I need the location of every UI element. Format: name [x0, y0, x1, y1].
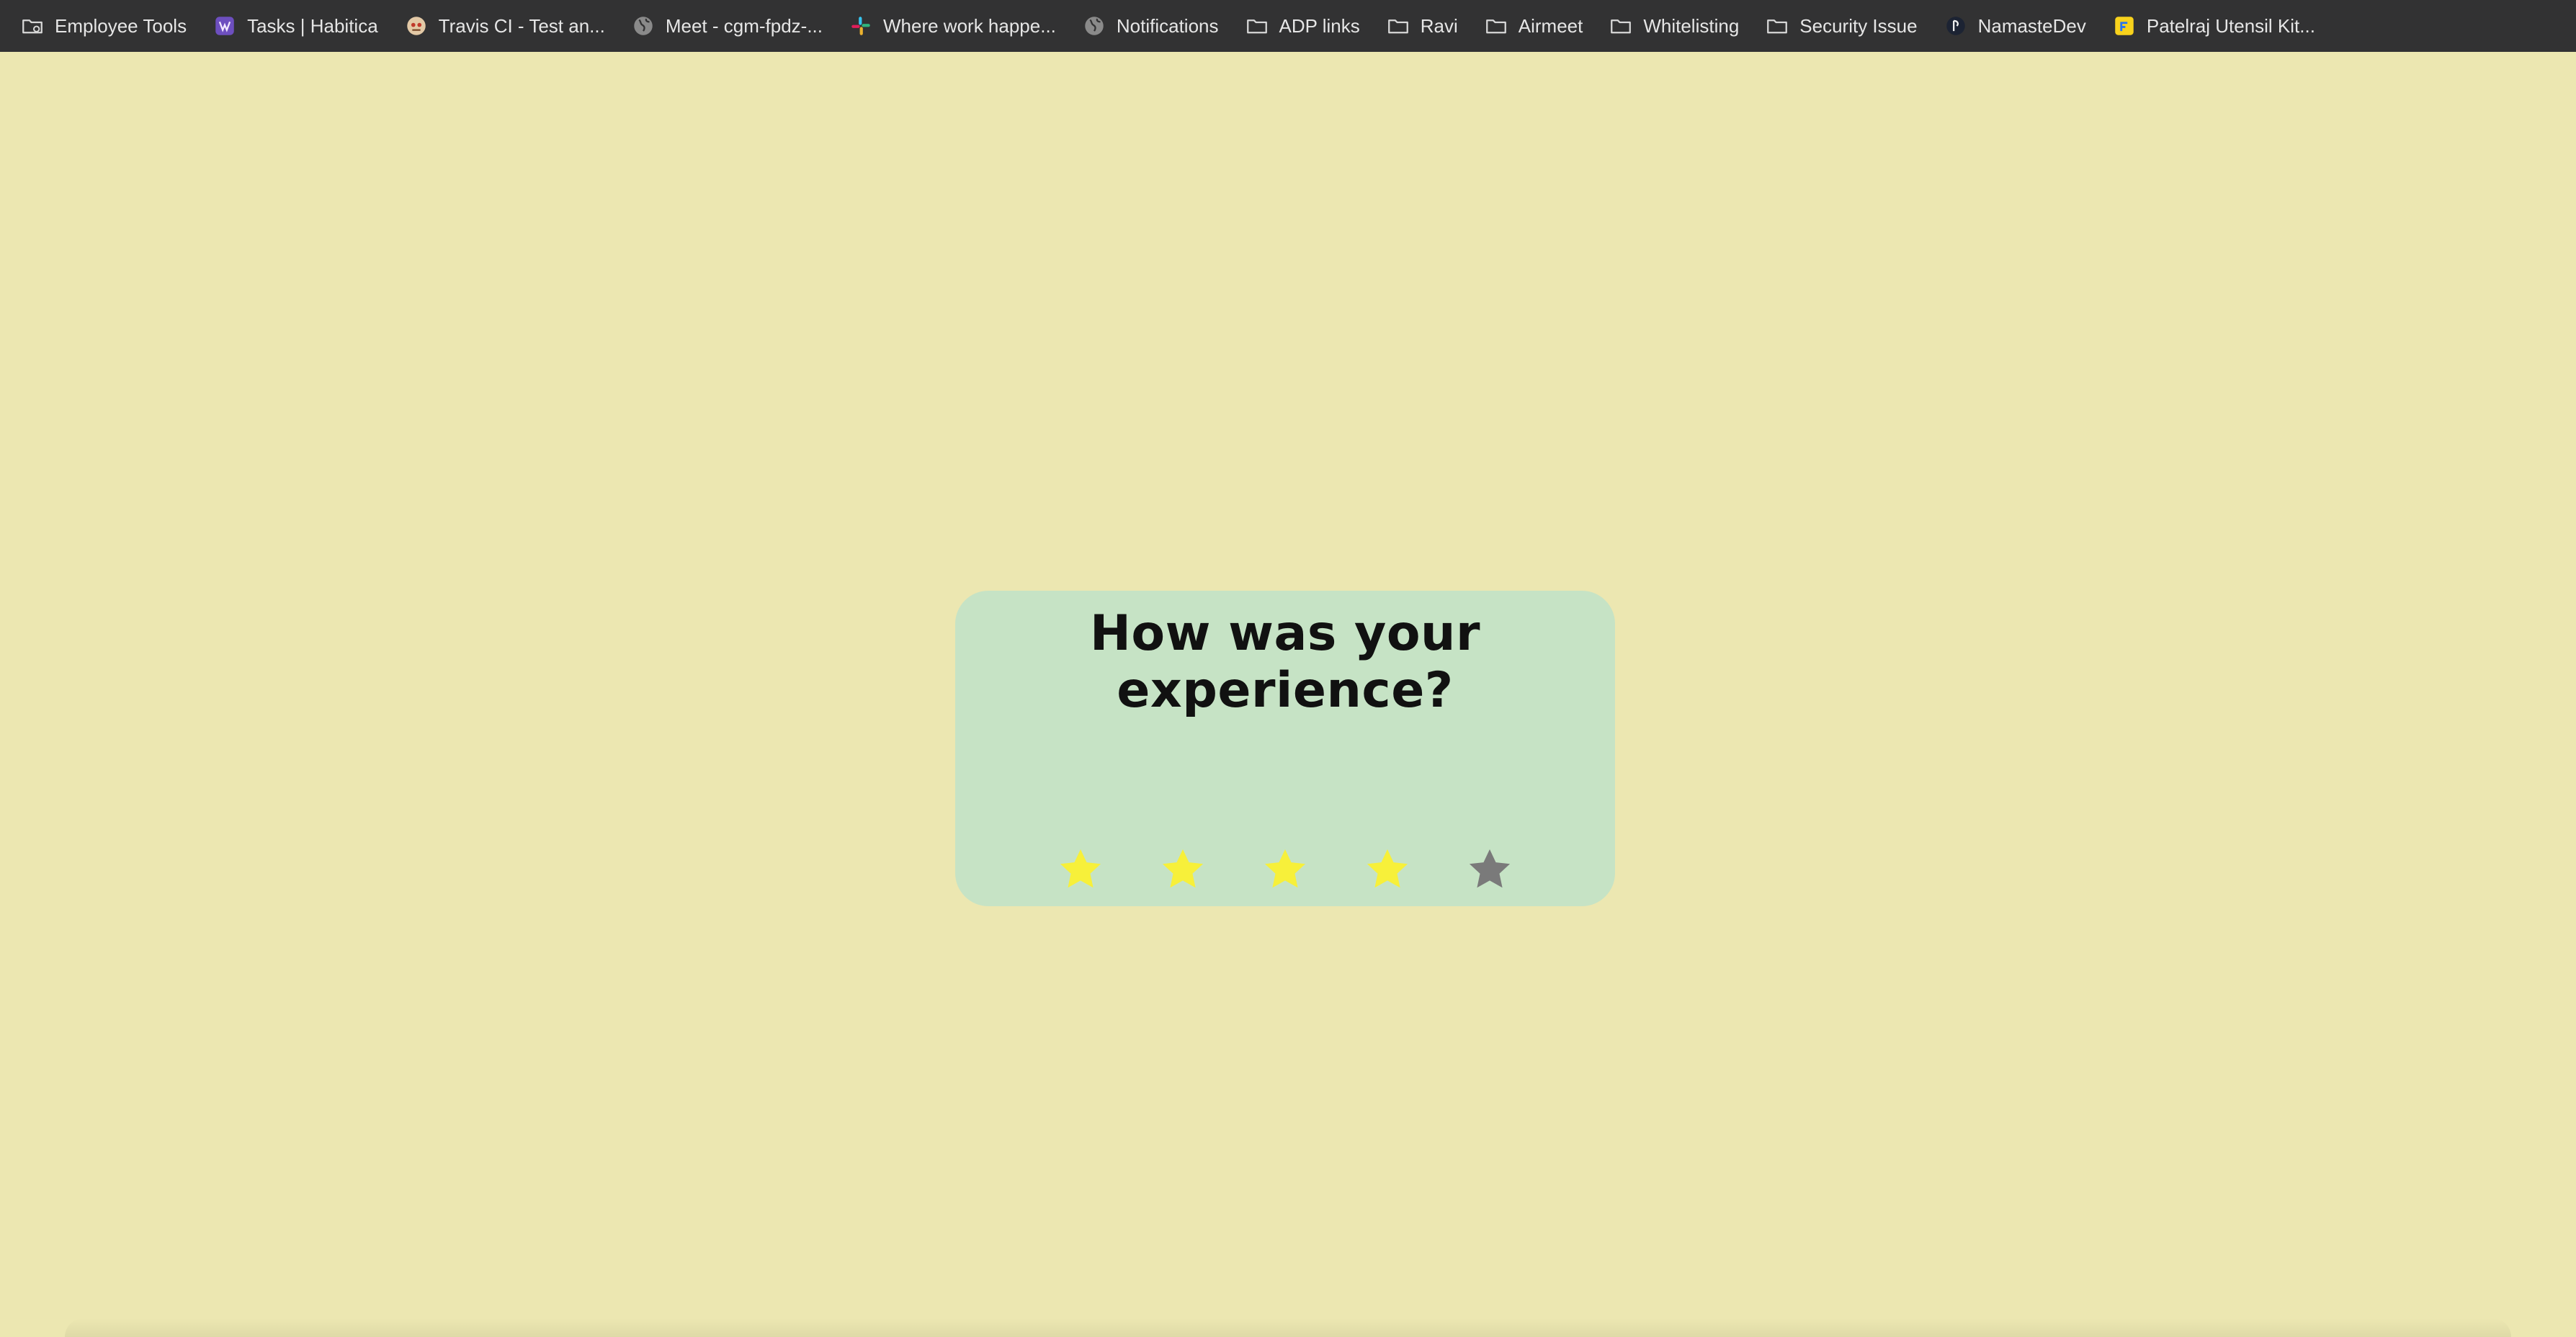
bookmark-item[interactable]: Airmeet [1477, 6, 1591, 46]
folder-icon [1386, 14, 1410, 38]
folder-icon [1245, 14, 1269, 38]
bookmark-item[interactable]: Ravi [1379, 6, 1465, 46]
bookmark-item[interactable]: Travis CI - Test an... [397, 6, 612, 46]
star-empty-icon[interactable] [1466, 846, 1513, 893]
folder-settings-icon [20, 14, 45, 38]
bookmark-label: NamasteDev [1977, 14, 2086, 37]
bookmark-label: Tasks | Habitica [247, 14, 378, 37]
namastedev-icon [1944, 14, 1968, 38]
bookmark-label: Ravi [1420, 14, 1458, 37]
habitica-icon [213, 14, 237, 38]
slack-icon [849, 14, 873, 38]
star-filled-icon[interactable] [1364, 846, 1411, 893]
folder-icon [1484, 14, 1508, 38]
bookmark-label: Airmeet [1518, 14, 1583, 37]
bookmark-item[interactable]: Notifications [1075, 6, 1226, 46]
star-rating [955, 844, 1615, 895]
globe-icon [631, 14, 656, 38]
bookmark-label: Employee Tools [55, 14, 187, 37]
page-content: How was your experience? [0, 52, 2576, 1337]
bookmark-label: Security Issue [1799, 14, 1918, 37]
bookmark-item[interactable]: Meet - cgm-fpdz-... [624, 6, 830, 46]
folder-icon [1765, 14, 1789, 38]
bookmark-label: Travis CI - Test an... [438, 14, 605, 37]
flipkart-icon [2112, 14, 2137, 38]
bottom-edge-shadow [65, 1318, 2511, 1337]
bookmark-label: ADP links [1279, 14, 1360, 37]
bookmark-label: Notifications [1116, 14, 1219, 37]
bookmark-label: Whitelisting [1643, 14, 1740, 37]
bookmark-item[interactable]: Employee Tools [13, 6, 194, 46]
rating-card: How was your experience? [955, 591, 1615, 906]
star-filled-icon[interactable] [1261, 846, 1309, 893]
rating-title: How was your experience? [1090, 605, 1480, 719]
bookmark-item[interactable]: ADP links [1238, 6, 1367, 46]
star-filled-icon[interactable] [1057, 846, 1104, 893]
bookmark-item[interactable]: Security Issue [1758, 6, 1924, 46]
travis-ci-icon [404, 14, 429, 38]
star-filled-icon[interactable] [1159, 846, 1207, 893]
bookmarks-bar: Employee Tools Tasks | Habitica Travis CI … [0, 0, 2576, 52]
globe-icon [1082, 14, 1106, 38]
folder-icon [1609, 14, 1633, 38]
bookmark-item[interactable]: Where work happe... [841, 6, 1063, 46]
bookmark-item[interactable]: Tasks | Habitica [205, 6, 385, 46]
bookmark-item[interactable]: NamasteDev [1936, 6, 2093, 46]
bookmark-item[interactable]: Patelraj Utensil Kit... [2105, 6, 2322, 46]
bookmark-label: Meet - cgm-fpdz-... [665, 14, 823, 37]
bookmark-label: Patelraj Utensil Kit... [2146, 14, 2315, 37]
bookmark-label: Where work happe... [883, 14, 1056, 37]
bookmark-item[interactable]: Whitelisting [1601, 6, 1746, 46]
